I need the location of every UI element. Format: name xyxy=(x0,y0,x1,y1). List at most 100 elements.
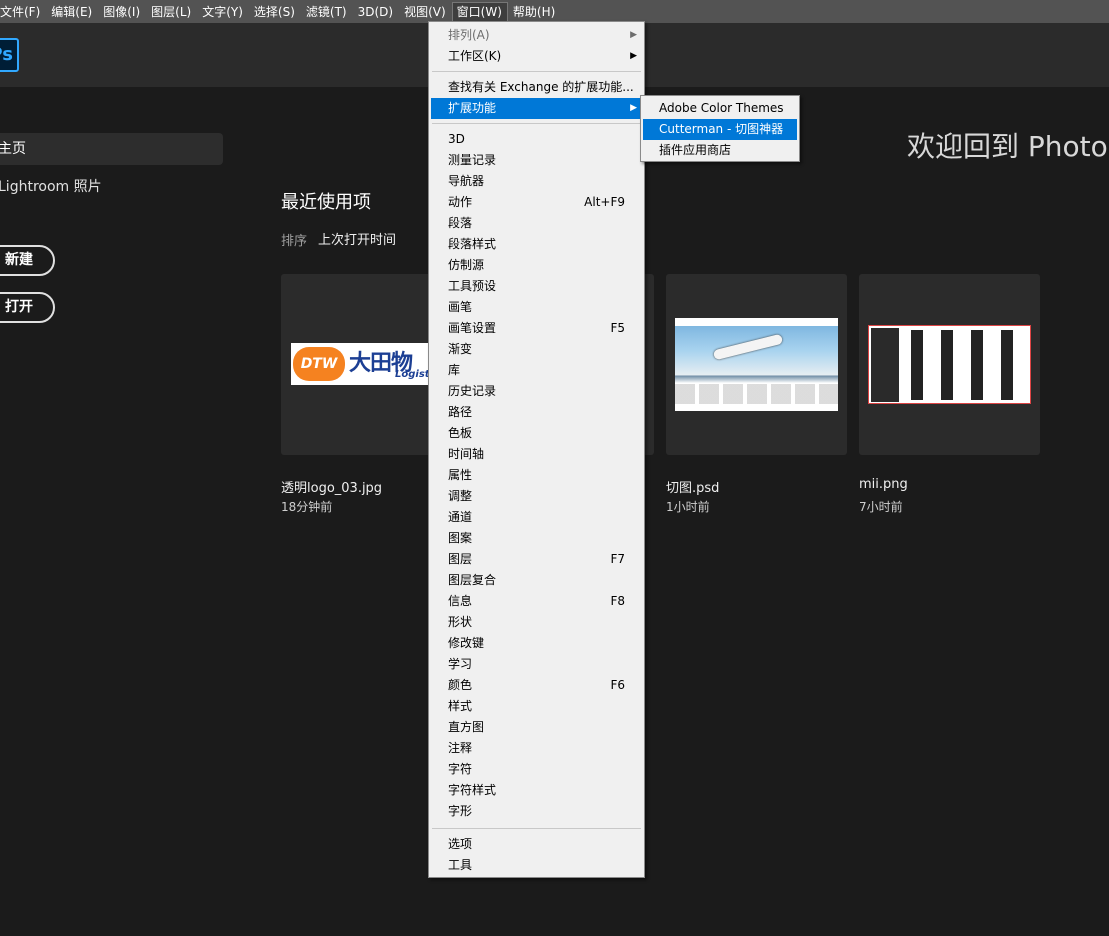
menu-item-shortcut: F7 xyxy=(610,552,625,566)
menu-item-panel[interactable]: 样式 xyxy=(431,696,642,717)
menu-item-panel[interactable]: 仿制源 xyxy=(431,255,642,276)
menu-item-panel[interactable]: 形状 xyxy=(431,612,642,633)
file-name[interactable]: 切图.psd xyxy=(666,477,719,496)
menu-separator xyxy=(432,123,641,124)
menu-item-label: 仿制源 xyxy=(448,258,485,272)
menu-item-label: 信息 xyxy=(448,594,473,608)
menu-item-label: 直方图 xyxy=(448,720,485,734)
new-button[interactable]: 新建 xyxy=(0,245,55,276)
menu-image[interactable]: 图像(I) xyxy=(98,2,146,22)
menu-item-label: 段落样式 xyxy=(448,237,497,251)
menu-file[interactable]: 文件(F) xyxy=(0,2,46,22)
phone-image xyxy=(871,328,899,402)
menu-item-label: 样式 xyxy=(448,699,473,713)
thumbnail-content-row xyxy=(675,384,838,404)
menu-item-label: 时间轴 xyxy=(448,447,485,461)
menu-item-panel[interactable]: 图层 F7 xyxy=(431,549,642,570)
file-time: 1小时前 xyxy=(666,500,710,514)
menu-item-panel[interactable]: 信息 F8 xyxy=(431,591,642,612)
open-button[interactable]: 打开 xyxy=(0,292,55,323)
menu-item-panel[interactable]: 直方图 xyxy=(431,717,642,738)
menu-item-label: 导航器 xyxy=(448,174,485,188)
file-name[interactable]: 透明logo_03.jpg xyxy=(281,477,382,496)
menu-item-label: 工作区(K) xyxy=(448,49,502,63)
menu-item-panel[interactable]: 图层复合 xyxy=(431,570,642,591)
menu-item-label: 图层复合 xyxy=(448,573,497,587)
submenu-item-cutterman[interactable]: Cutterman - 切图神器 xyxy=(643,119,797,140)
menu-select[interactable]: 选择(S) xyxy=(249,2,301,22)
menu-item-panel[interactable]: 调整 xyxy=(431,486,642,507)
menu-item-label: 画笔 xyxy=(448,300,473,314)
menu-3d[interactable]: 3D(D) xyxy=(353,2,399,22)
menu-item-panel[interactable]: 通道 xyxy=(431,507,642,528)
dtw-logo-badge: DTW xyxy=(293,347,345,381)
submenu-item-adobe-color-themes[interactable]: Adobe Color Themes xyxy=(643,98,797,119)
menu-item-panel[interactable]: 图案 xyxy=(431,528,642,549)
menu-item-panel[interactable]: 工具预设 xyxy=(431,276,642,297)
menu-item-label: 历史记录 xyxy=(448,384,497,398)
menu-item-panel[interactable]: 库 xyxy=(431,360,642,381)
menu-item-panel[interactable]: 画笔 xyxy=(431,297,642,318)
menu-item-arrange[interactable]: 排列(A) ▶ xyxy=(431,25,642,46)
menu-item-label: 工具预设 xyxy=(448,279,497,293)
menu-item-label: 扩展功能 xyxy=(448,101,497,115)
menu-item-find-exchange[interactable]: 查找有关 Exchange 的扩展功能... xyxy=(431,77,642,98)
menu-item-panel[interactable]: 段落样式 xyxy=(431,234,642,255)
menu-item-panel[interactable]: 字符 xyxy=(431,759,642,780)
menu-item-panel[interactable]: 修改键 xyxy=(431,633,642,654)
menu-item-label: 色板 xyxy=(448,426,473,440)
menu-item-label: 段落 xyxy=(448,216,473,230)
menu-item-label: 3D xyxy=(448,132,465,146)
file-thumbnail xyxy=(868,325,1031,404)
menu-item-panel[interactable]: 路径 xyxy=(431,402,642,423)
menu-item-panel[interactable]: 色板 xyxy=(431,423,642,444)
menu-item-panel[interactable]: 时间轴 xyxy=(431,444,642,465)
menu-item-label: 图案 xyxy=(448,531,473,545)
menu-item-panel[interactable]: 导航器 xyxy=(431,171,642,192)
menu-item-panel[interactable]: 段落 xyxy=(431,213,642,234)
menu-item-panel[interactable]: 动作 Alt+F9 xyxy=(431,192,642,213)
menu-item-label: 测量记录 xyxy=(448,153,497,167)
menu-view[interactable]: 视图(V) xyxy=(399,2,452,22)
menu-window[interactable]: 窗口(W) xyxy=(451,1,508,22)
product-grid-image xyxy=(905,330,1025,400)
menu-item-label: 调整 xyxy=(448,489,473,503)
menu-item-panel[interactable]: 测量记录 xyxy=(431,150,642,171)
menu-item-label: 字符 xyxy=(448,762,473,776)
menu-help[interactable]: 帮助(H) xyxy=(508,2,561,22)
menu-item-panel[interactable]: 注释 xyxy=(431,738,642,759)
sidebar-item-home[interactable]: 主页 xyxy=(0,133,223,165)
menu-item-panel[interactable]: 字形 xyxy=(431,801,642,822)
sidebar-item-lightroom[interactable]: Lightroom 照片 xyxy=(0,176,102,198)
submenu-item-plugin-store[interactable]: 插件应用商店 xyxy=(643,140,797,161)
menu-filter[interactable]: 滤镜(T) xyxy=(301,2,353,22)
photoshop-logo: Ps xyxy=(0,38,19,72)
file-time: 18分钟前 xyxy=(281,500,333,514)
menu-item-panel[interactable]: 学习 xyxy=(431,654,642,675)
menu-edit[interactable]: 编辑(E) xyxy=(46,2,98,22)
menu-item-label: 图层 xyxy=(448,552,473,566)
menu-item-panel[interactable]: 字符样式 xyxy=(431,780,642,801)
menu-item-panel[interactable]: 3D xyxy=(431,129,642,150)
recent-file-card[interactable] xyxy=(859,274,1040,455)
menu-item-label: 学习 xyxy=(448,657,473,671)
menu-type[interactable]: 文字(Y) xyxy=(197,2,249,22)
menu-item-options[interactable]: 选项 xyxy=(431,834,642,855)
menu-item-panel[interactable]: 颜色 F6 xyxy=(431,675,642,696)
recent-file-card[interactable] xyxy=(666,274,847,455)
menu-item-panel[interactable]: 画笔设置 F5 xyxy=(431,318,642,339)
file-name[interactable]: mii.png xyxy=(859,477,908,492)
menu-item-panel[interactable]: 渐变 xyxy=(431,339,642,360)
menu-item-panel[interactable]: 历史记录 xyxy=(431,381,642,402)
menu-item-label: 排列(A) xyxy=(448,28,490,42)
menu-item-label: 字形 xyxy=(448,804,473,818)
menu-layer[interactable]: 图层(L) xyxy=(146,2,197,22)
menu-item-workspace[interactable]: 工作区(K) ▶ xyxy=(431,46,642,67)
window-menu-dropdown: 排列(A) ▶ 工作区(K) ▶ 查找有关 Exchange 的扩展功能... … xyxy=(428,21,645,878)
menu-item-extensions[interactable]: 扩展功能 ▶ xyxy=(431,98,642,119)
welcome-heading: 欢迎回到 Photos xyxy=(907,130,1109,163)
menu-item-panel[interactable]: 属性 xyxy=(431,465,642,486)
menu-item-label: 通道 xyxy=(448,510,473,524)
sort-dropdown[interactable]: 上次打开时间 xyxy=(318,229,396,248)
menu-item-tools[interactable]: 工具 xyxy=(431,855,642,876)
